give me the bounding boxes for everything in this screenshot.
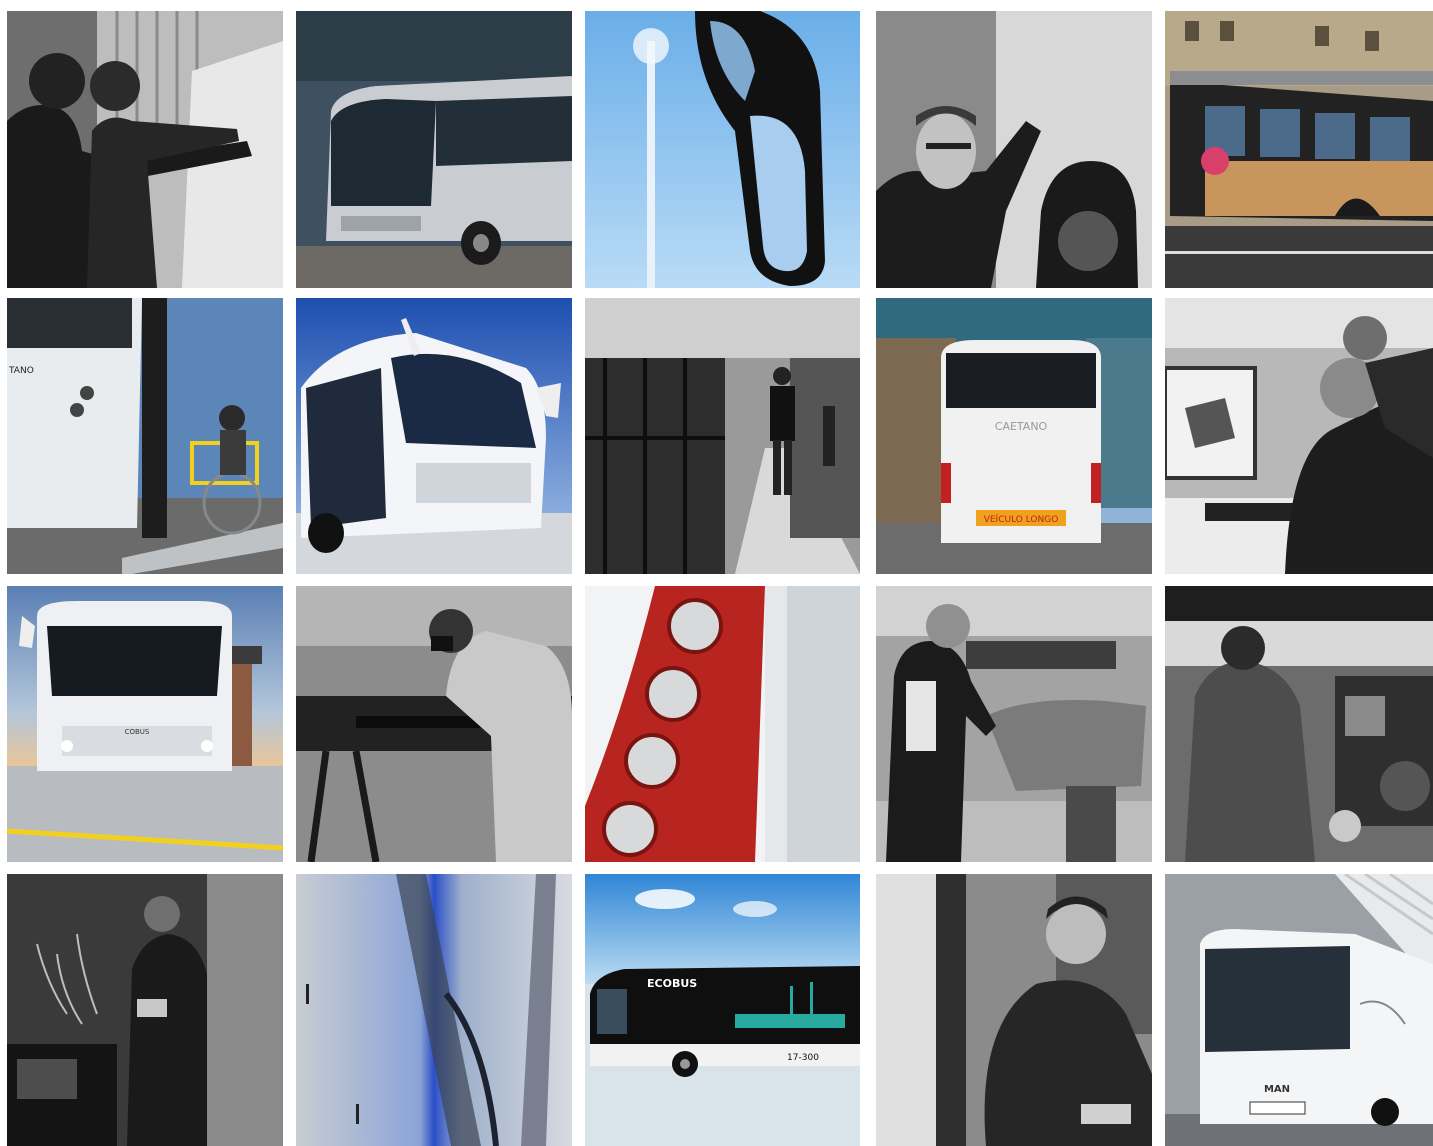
photo-tile-electrician[interactable] xyxy=(7,874,283,1146)
plate-text: VEÍCULO LONGO xyxy=(984,513,1059,525)
photo-tile-airport-bus[interactable]: COBUS xyxy=(7,586,283,862)
bus-brand-text: TANO xyxy=(8,366,34,376)
photo-tile-welder[interactable] xyxy=(296,586,572,862)
photo-tile-wood-city-bus[interactable] xyxy=(1165,11,1433,288)
photo-tile-interior-detail[interactable] xyxy=(296,874,572,1146)
photo-tile-mechanic[interactable] xyxy=(1165,586,1433,862)
photo-tile-side-mirror[interactable] xyxy=(585,11,860,288)
photo-tile-drawing-board[interactable] xyxy=(7,11,283,288)
bus-brand-text: COBUS xyxy=(125,728,150,736)
photo-tile-white-coach[interactable] xyxy=(296,298,572,574)
bus-brand-text: ECOBUS xyxy=(647,977,697,990)
photo-tile-man-city-bus[interactable]: MAN xyxy=(1165,874,1433,1146)
bus-brand-text: MAN xyxy=(1264,1084,1290,1095)
photo-tile-coach-rear[interactable]: CAETANO VEÍCULO LONGO xyxy=(876,298,1152,574)
photo-tile-ecobus[interactable]: ECOBUS 17-300 xyxy=(585,874,860,1146)
photo-tile-silver-coach[interactable] xyxy=(296,11,572,288)
photo-tile-tail-lights[interactable] xyxy=(585,586,860,862)
photo-tile-wheel-inspection[interactable] xyxy=(876,11,1152,288)
photo-tile-cad-engineers[interactable] xyxy=(1165,298,1433,574)
photo-tile-wheelchair-ramp[interactable]: TANO xyxy=(7,298,283,574)
bus-number-text: 17-300 xyxy=(787,1053,819,1063)
bus-brand-text: CAETANO xyxy=(995,420,1048,433)
photo-tile-worker-inside-bus[interactable] xyxy=(876,874,1152,1146)
photo-tile-assembly-line[interactable] xyxy=(585,298,860,574)
photo-grid: TANO CAETANO VEÍCULO LONGO COBUS ECOBUS … xyxy=(0,0,1433,1146)
photo-tile-upholsterer[interactable] xyxy=(876,586,1152,862)
